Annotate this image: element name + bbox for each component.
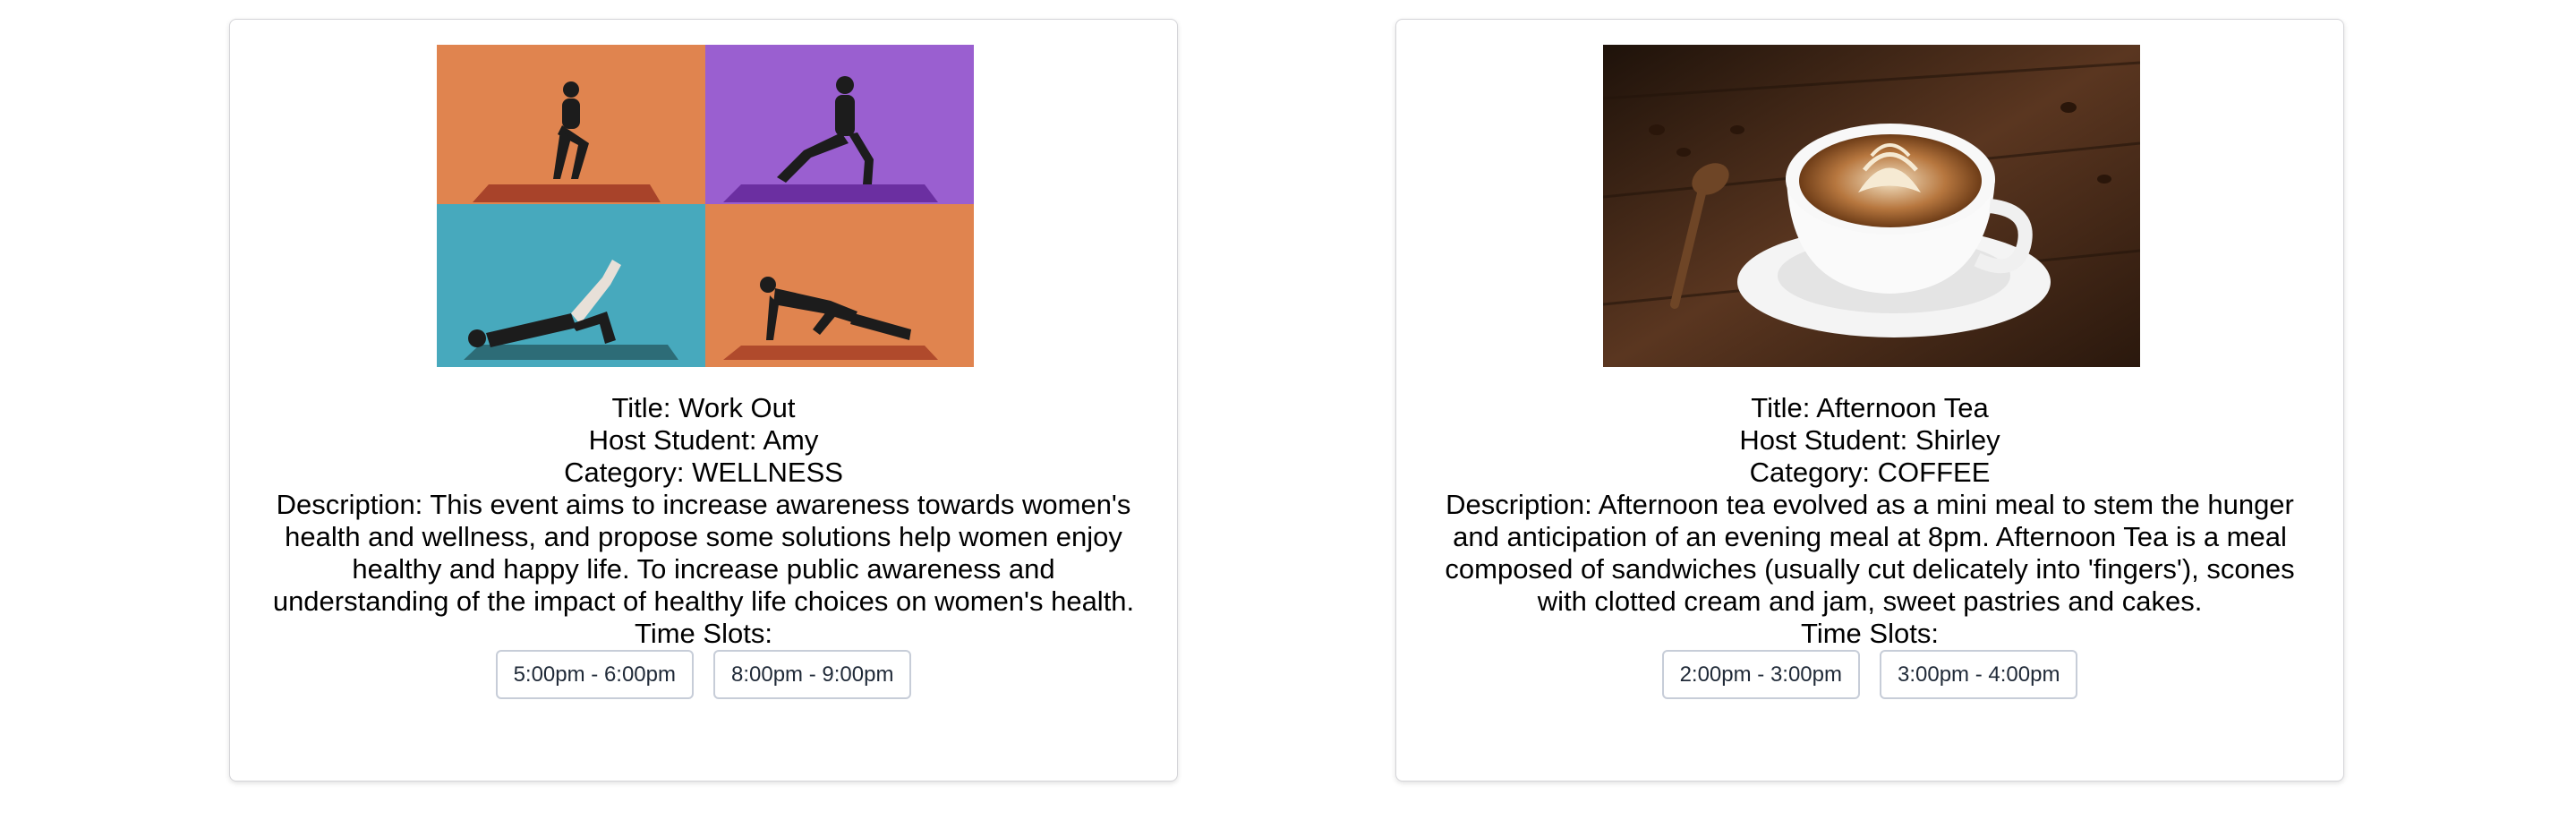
event-description-line: Description: Afternoon tea evolved as a … — [1445, 489, 2295, 617]
time-slots-label: Time Slots: — [635, 618, 772, 649]
event-info: Title: Afternoon Tea Host Student: Shirl… — [1437, 392, 2303, 699]
event-category: COFFEE — [1877, 457, 1991, 488]
event-info: Title: Work Out Host Student: Amy Catego… — [270, 392, 1137, 699]
event-category-line: Category: WELLNESS — [564, 457, 843, 488]
time-slot-button[interactable]: 3:00pm - 4:00pm — [1880, 650, 2078, 699]
event-title-line: Title: Afternoon Tea — [1751, 392, 1989, 423]
time-slots-label: Time Slots: — [1801, 618, 1939, 649]
event-host: Amy — [763, 424, 819, 456]
time-slot-button[interactable]: 8:00pm - 9:00pm — [713, 650, 912, 699]
event-card-afternoon-tea: Title: Afternoon Tea Host Student: Shirl… — [1395, 19, 2344, 782]
event-host: Shirley — [1915, 424, 2000, 456]
event-category: WELLNESS — [692, 457, 843, 488]
event-host-line: Host Student: Shirley — [1739, 424, 2000, 456]
event-description-line: Description: This event aims to increase… — [272, 489, 1135, 617]
event-title: Afternoon Tea — [1816, 392, 1989, 423]
event-title-line: Title: Work Out — [611, 392, 796, 423]
workout-image — [437, 45, 974, 367]
time-slot-button[interactable]: 5:00pm - 6:00pm — [495, 650, 694, 699]
event-category-line: Category: COFFEE — [1749, 457, 1991, 488]
time-slots: 5:00pm - 6:00pm 8:00pm - 9:00pm — [270, 650, 1137, 699]
event-host-line: Host Student: Amy — [588, 424, 819, 456]
coffee-image — [1603, 45, 2140, 367]
time-slot-button[interactable]: 2:00pm - 3:00pm — [1661, 650, 1860, 699]
event-title: Work Out — [678, 392, 796, 423]
time-slots: 2:00pm - 3:00pm 3:00pm - 4:00pm — [1437, 650, 2303, 699]
event-card-workout: Title: Work Out Host Student: Amy Catego… — [229, 19, 1178, 782]
